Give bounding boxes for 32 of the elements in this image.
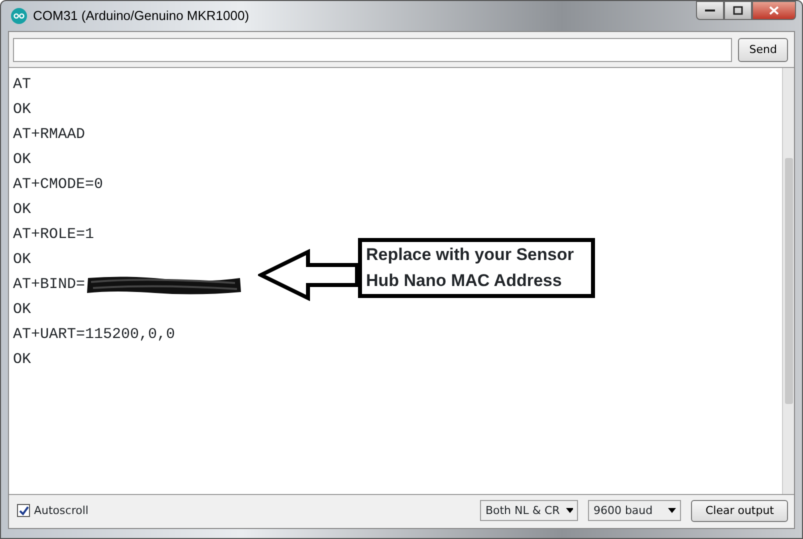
window-title: COM31 (Arduino/Genuino MKR1000) (33, 7, 250, 26)
annotation-callout: Replace with your Sensor Hub Nano MAC Address (358, 238, 595, 298)
output-line: AT+ROLE=1 (13, 225, 94, 245)
output-line: AT+RMAAD (13, 125, 86, 145)
clear-output-button[interactable]: Clear output (691, 500, 788, 522)
output-line: OK (13, 350, 32, 370)
send-input-field[interactable] (13, 38, 732, 62)
close-icon (769, 6, 779, 15)
output-line: AT+UART=115200,0,0 (13, 325, 176, 345)
minimize-icon (705, 9, 715, 12)
send-button[interactable]: Send (738, 38, 788, 62)
autoscroll-checkbox[interactable] (17, 504, 30, 518)
output-line: OK (13, 250, 32, 270)
output-line: OK (13, 200, 32, 220)
output-line: AT (13, 75, 32, 95)
output-line: AT+CMODE=0 (13, 175, 104, 195)
line-ending-dropdown[interactable]: Both NL & CR (480, 500, 578, 522)
baud-rate-dropdown[interactable]: 9600 baud (588, 500, 682, 522)
close-button[interactable] (752, 1, 796, 20)
maximize-button[interactable] (724, 1, 752, 20)
output-line: AT+BIND= (13, 275, 86, 295)
app-logo-icon (11, 8, 27, 24)
output-line: OK (13, 150, 32, 170)
arrow-icon (258, 249, 360, 301)
minimize-button[interactable] (696, 1, 724, 20)
caret-icon (668, 508, 676, 514)
output-line: OK (13, 300, 32, 320)
scrollbar[interactable] (782, 68, 794, 494)
caret-icon (566, 508, 574, 514)
maximize-icon (733, 6, 743, 15)
output-line: OK (13, 100, 32, 120)
autoscroll-label: Autoscroll (34, 502, 88, 518)
